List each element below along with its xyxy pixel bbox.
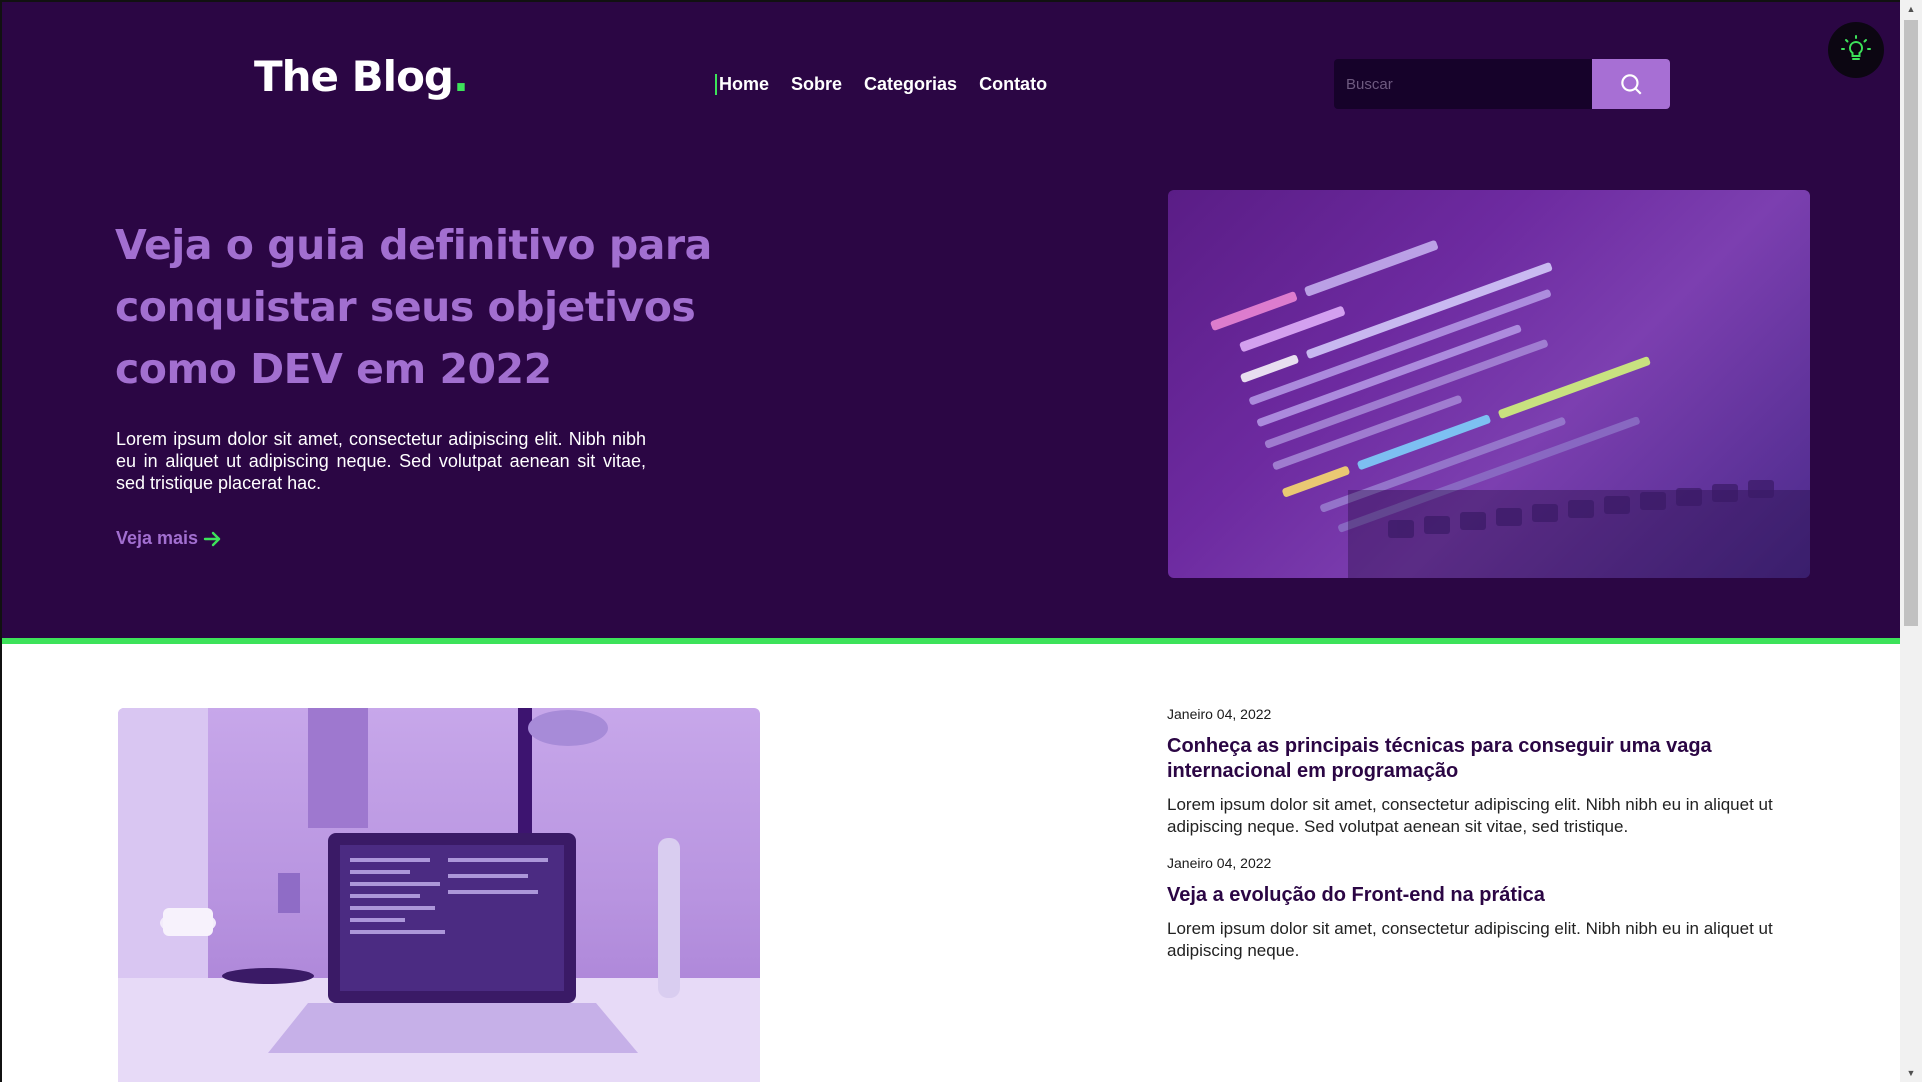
arrow-right-icon <box>203 531 221 546</box>
vertical-scrollbar[interactable]: ▲ ▼ <box>1900 0 1922 1082</box>
post-title[interactable]: Conheça as principais técnicas para cons… <box>1167 734 1797 784</box>
theme-toggle-button[interactable] <box>1828 22 1884 78</box>
see-more-link[interactable]: Veja mais <box>116 528 222 549</box>
logo-dot: . <box>453 52 469 101</box>
post-image-laptop[interactable] <box>118 708 760 1082</box>
scroll-up-arrow-icon[interactable]: ▲ <box>1900 0 1922 18</box>
logo[interactable]: The Blog. <box>254 52 469 101</box>
nav-link-sobre[interactable]: Sobre <box>791 74 842 95</box>
nav-link-categorias[interactable]: Categorias <box>864 74 957 95</box>
search-bar <box>1334 59 1670 109</box>
scroll-down-arrow-icon[interactable]: ▼ <box>1900 1064 1922 1082</box>
hero-description: Lorem ipsum dolor sit amet, consectetur … <box>116 429 646 493</box>
page: The Blog. Home Sobre Categorias Contato <box>0 0 1900 1082</box>
post-item-2: Janeiro 04, 2022 Veja a evolução do Fron… <box>1167 855 1797 962</box>
logo-text: The Blog <box>254 52 454 101</box>
search-icon <box>1621 74 1642 95</box>
lightbulb-icon <box>1841 35 1871 60</box>
see-more-label: Veja mais <box>116 528 199 548</box>
hero-section: The Blog. Home Sobre Categorias Contato <box>2 2 1900 644</box>
hero-image-code <box>1168 190 1810 578</box>
post-date: Janeiro 04, 2022 <box>1167 706 1272 722</box>
post-excerpt: Lorem ipsum dolor sit amet, consectetur … <box>1167 795 1773 836</box>
main-nav: Home Sobre Categorias Contato <box>715 74 1047 95</box>
scrollbar-thumb[interactable] <box>1904 20 1918 626</box>
nav-link-home[interactable]: Home <box>715 74 769 95</box>
post-item-1: Janeiro 04, 2022 Conheça as principais t… <box>1167 706 1797 838</box>
search-button[interactable] <box>1592 59 1670 109</box>
search-input[interactable] <box>1334 59 1592 109</box>
nav-link-contato[interactable]: Contato <box>979 74 1047 95</box>
post-title[interactable]: Veja a evolução do Front-end na prática <box>1167 883 1797 908</box>
hero-title: Veja o guia definitivo para conquistar s… <box>115 221 712 393</box>
post-date: Janeiro 04, 2022 <box>1167 855 1272 871</box>
post-excerpt: Lorem ipsum dolor sit amet, consectetur … <box>1167 919 1773 960</box>
